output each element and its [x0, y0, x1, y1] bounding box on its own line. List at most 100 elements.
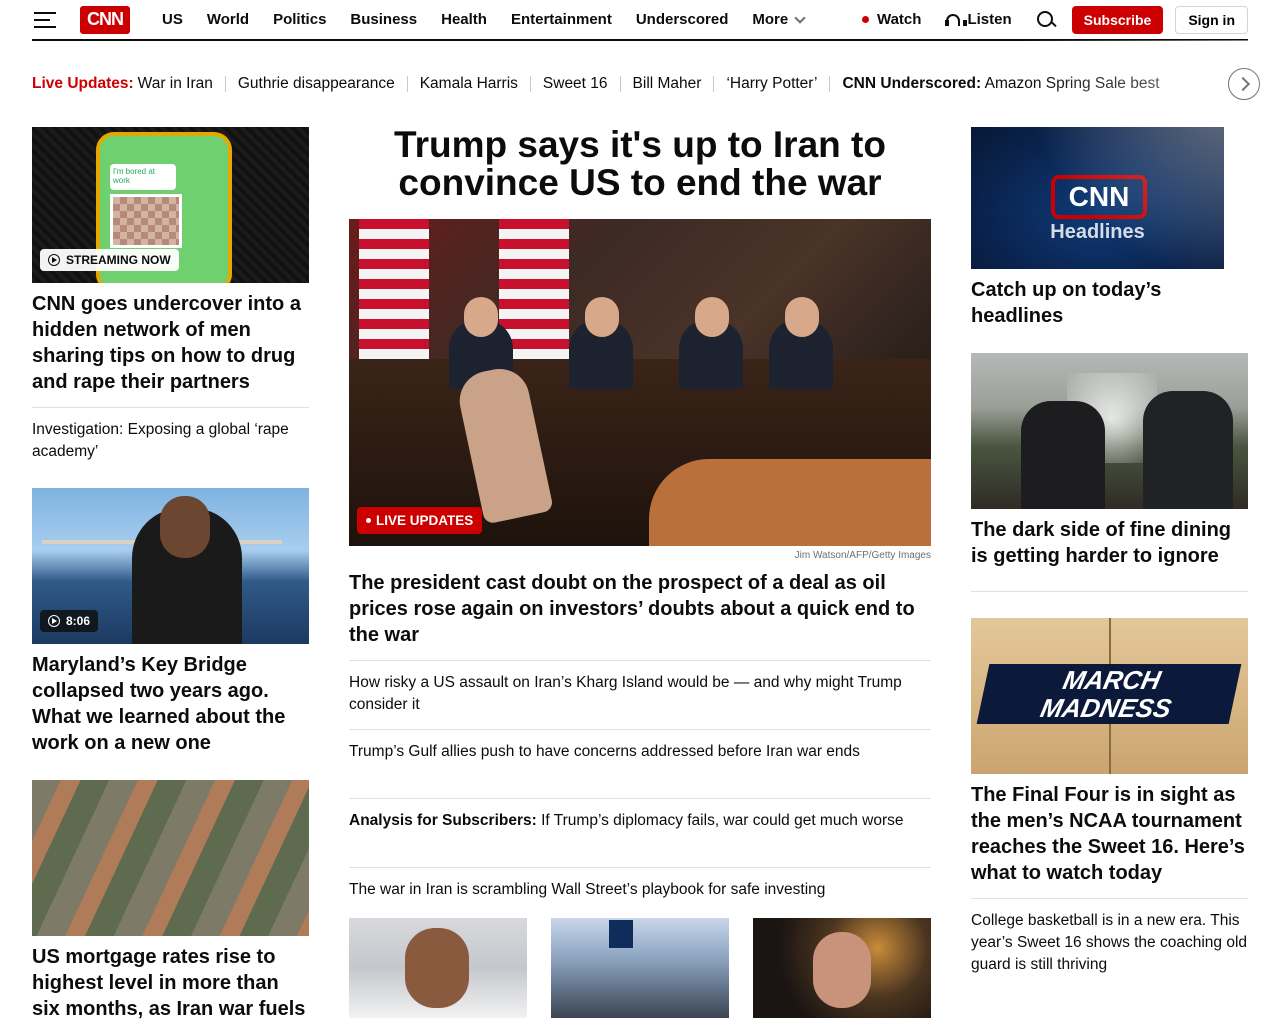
- nav-links: US World Politics Business Health Entert…: [150, 11, 816, 28]
- ticker-promo-text: Amazon Spring Sale best: [984, 75, 1160, 92]
- story-headline[interactable]: US mortgage rates rise to highest level …: [32, 944, 309, 1022]
- listen-link[interactable]: Listen: [945, 11, 1012, 28]
- header-actions: Watch Listen Subscribe Sign in: [861, 5, 1248, 34]
- person-face: [405, 928, 469, 1008]
- flag: [359, 219, 429, 369]
- divider: [349, 660, 931, 661]
- story-headline[interactable]: CNN goes undercover into a hidden networ…: [32, 291, 309, 395]
- chat-bubble: I'm bored at work: [110, 164, 176, 190]
- divider: [971, 591, 1248, 592]
- nav-business[interactable]: Business: [338, 11, 429, 28]
- person-silhouette: [1021, 401, 1105, 509]
- story-image-key-bridge[interactable]: 8:06: [32, 488, 309, 644]
- divider: [349, 867, 931, 868]
- person-face: [785, 297, 819, 337]
- story-headline[interactable]: Catch up on today’s headlines: [971, 277, 1224, 329]
- live-dot-icon: [861, 16, 869, 23]
- ticker-item[interactable]: Sweet 16: [529, 76, 620, 92]
- play-icon: [48, 615, 60, 627]
- ticker-item[interactable]: Bill Maher: [619, 76, 714, 92]
- cnn-headlines-mark: CNN: [1051, 175, 1147, 219]
- story-image-man[interactable]: [753, 918, 931, 1018]
- ticker-live-label: Live Updates:: [32, 75, 134, 92]
- analysis-link[interactable]: Analysis for Subscribers: If Trump’s dip…: [349, 810, 931, 832]
- nav-world[interactable]: World: [195, 11, 261, 28]
- lead-headline[interactable]: Trump says it's up to Iran to convince U…: [349, 126, 931, 202]
- video-duration: 8:06: [66, 614, 91, 628]
- search-icon[interactable]: [1036, 10, 1056, 30]
- story-image-fine-dining[interactable]: [971, 353, 1248, 509]
- person-face: [695, 297, 729, 337]
- person-face: [813, 932, 871, 1008]
- pixelated-image: [110, 194, 182, 248]
- nav-us[interactable]: US: [150, 11, 195, 28]
- story-image-undercover[interactable]: I'm bored at work STREAMING NOW: [32, 127, 309, 283]
- lead-image[interactable]: [349, 219, 931, 546]
- nav-underscored[interactable]: Underscored: [624, 11, 741, 28]
- price-sign: [609, 920, 633, 948]
- graphic-line-2: MADNESS: [1037, 693, 1175, 723]
- streaming-badge: STREAMING NOW: [40, 249, 179, 271]
- nav-more-label: More: [752, 11, 789, 28]
- live-updates-badge[interactable]: LIVE UPDATES: [357, 507, 483, 534]
- story-image-mortgage[interactable]: [32, 780, 309, 936]
- divider: [971, 898, 1248, 899]
- story-image-pilot[interactable]: [349, 918, 527, 1018]
- divider: [349, 798, 931, 799]
- ticker-item[interactable]: ‘Harry Potter’: [713, 76, 829, 92]
- watch-label: Watch: [876, 11, 922, 28]
- story-sublink[interactable]: Investigation: Exposing a global ‘rape a…: [32, 419, 309, 463]
- divider: [32, 407, 309, 408]
- trending-ticker: Live Updates: War in Iran Guthrie disappe…: [32, 72, 1227, 96]
- headphones-icon: [945, 13, 968, 27]
- story-headline[interactable]: Maryland’s Key Bridge collapsed two year…: [32, 652, 309, 756]
- story-headline[interactable]: The Final Four is in sight as the men’s …: [971, 782, 1248, 886]
- march-madness-graphic: MARCH MADNESS: [976, 664, 1242, 724]
- analysis-text: If Trump’s diplomacy fails, war could ge…: [536, 812, 904, 829]
- person-face: [464, 297, 498, 337]
- chevron-right-icon[interactable]: [1228, 68, 1260, 100]
- ticker-live-updates[interactable]: Live Updates: War in Iran: [32, 76, 225, 92]
- top-nav: CNN US World Politics Business Health En…: [32, 0, 1248, 41]
- ticker-fade: [1150, 66, 1230, 102]
- person-silhouette: [1143, 391, 1233, 509]
- story-image-gas-station[interactable]: [551, 918, 729, 1018]
- menu-icon[interactable]: [34, 11, 56, 28]
- play-icon: [48, 254, 60, 266]
- story-image-march-madness[interactable]: MARCH MADNESS: [971, 618, 1248, 774]
- watch-link[interactable]: Watch: [861, 11, 922, 28]
- lead-deck[interactable]: The president cast doubt on the prospect…: [349, 570, 931, 648]
- person-head: [160, 496, 210, 558]
- nav-health[interactable]: Health: [429, 11, 499, 28]
- ticker-item[interactable]: Guthrie disappearance: [224, 76, 407, 92]
- video-duration-badge: 8:06: [40, 610, 99, 632]
- nav-more[interactable]: More: [740, 11, 816, 28]
- related-link[interactable]: The war in Iran is scrambling Wall Stree…: [349, 879, 931, 901]
- live-updates-label: LIVE UPDATES: [376, 513, 474, 528]
- foreground-person: [649, 459, 931, 546]
- ticker-live-text: War in Iran: [137, 75, 213, 92]
- headlines-video-image[interactable]: CNN Headlines: [971, 127, 1224, 269]
- sign-in-button[interactable]: Sign in: [1175, 5, 1248, 34]
- person-face: [585, 297, 619, 337]
- listen-label: Listen: [967, 11, 1012, 28]
- live-dot-icon: [366, 518, 371, 523]
- nav-politics[interactable]: Politics: [261, 11, 338, 28]
- graphic-line-1: MARCH: [1060, 665, 1164, 695]
- ticker-underscored[interactable]: CNN Underscored: Amazon Spring Sale best: [829, 76, 1171, 92]
- ticker-item[interactable]: Kamala Harris: [406, 76, 530, 92]
- cnn-logo[interactable]: CNN: [80, 5, 130, 34]
- story-headline[interactable]: The dark side of fine dining is getting …: [971, 517, 1248, 569]
- ticker-promo-label: CNN Underscored:: [842, 75, 982, 92]
- related-link[interactable]: Trump’s Gulf allies push to have concern…: [349, 741, 931, 763]
- subscribe-button[interactable]: Subscribe: [1071, 5, 1164, 34]
- related-link[interactable]: How risky a US assault on Iran’s Kharg I…: [349, 672, 931, 716]
- photo-credit: Jim Watson/AFP/Getty Images: [794, 550, 931, 561]
- headlines-label: Headlines: [1050, 221, 1145, 243]
- nav-entertainment[interactable]: Entertainment: [499, 11, 624, 28]
- streaming-label: STREAMING NOW: [66, 253, 171, 267]
- chevron-down-icon: [794, 11, 806, 24]
- divider: [349, 729, 931, 730]
- story-sublink[interactable]: College basketball is in a new era. This…: [971, 910, 1248, 976]
- analysis-label: Analysis for Subscribers:: [349, 812, 537, 829]
